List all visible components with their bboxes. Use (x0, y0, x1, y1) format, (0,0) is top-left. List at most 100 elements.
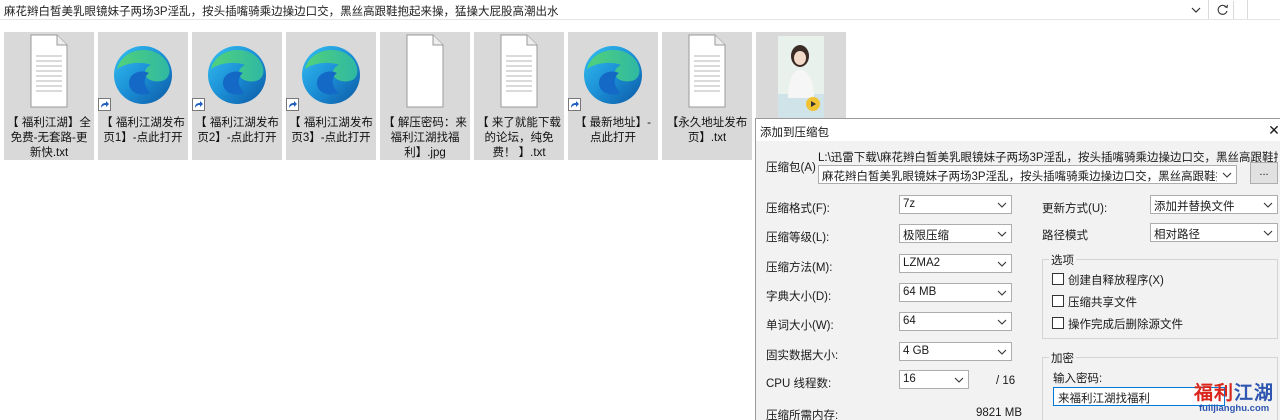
word-value: 64 (903, 315, 916, 327)
archive-path-text: L:\迅雷下载\麻花辫白皙美乳眼镜妹子两场3P淫乱，按头插嘴骑乘边操边口交，黑丝… (818, 152, 1278, 164)
method-select[interactable]: LZMA2 (899, 254, 1012, 273)
chevron-down-icon (954, 377, 964, 383)
address-field[interactable]: 麻花辫白皙美乳眼镜妹子两场3P淫乱，按头插嘴骑乘边操边口交，黑丝高跟鞋抱起来操，… (0, 0, 1209, 19)
word-select[interactable]: 64 (899, 312, 1012, 331)
delete-checkbox[interactable] (1052, 317, 1064, 329)
chevron-down-icon (1263, 202, 1273, 208)
file-item-forum-txt[interactable]: 【 来了就能下载的论坛，纯免费！ 】.txt (474, 32, 564, 160)
dialog-titlebar: 添加到压缩包 ✕ (756, 119, 1280, 141)
chevron-down-icon (997, 202, 1007, 208)
archive-name-value: 麻花辫白皙美乳眼镜妹子两场3P淫乱，按头插嘴骑乘边操边口交，黑丝高跟鞋抱起来操， (822, 171, 1217, 183)
password-value: 来福利江湖找福利 (1058, 393, 1150, 405)
file-name: 【 最新地址】-点此打开 (574, 117, 652, 144)
file-item-edge-link-3[interactable]: 【 福利江湖发布页3】-点此打开 (286, 32, 376, 160)
file-name: 【 福利江湖】全免费-无套路-更新快.txt (7, 117, 91, 159)
archive-label: 压缩包(A) (766, 162, 816, 174)
text-document-icon (30, 34, 68, 108)
encryption-title: 加密 (1049, 350, 1076, 366)
file-name: 【永久地址发布页】.txt (666, 117, 748, 144)
edge-browser-icon (584, 46, 642, 104)
file-item-free-txt[interactable]: 【 福利江湖】全免费-无套路-更新快.txt (4, 32, 94, 160)
shared-checkbox[interactable] (1052, 295, 1064, 307)
format-value: 7z (903, 198, 916, 210)
format-select[interactable]: 7z (899, 195, 1012, 214)
chevron-down-icon (997, 349, 1007, 355)
options-title: 选项 (1049, 252, 1076, 268)
chevron-down-icon (997, 319, 1007, 325)
dialog-title: 添加到压缩包 (760, 127, 829, 139)
shortcut-arrow-icon (192, 98, 205, 111)
watermark-title: 福利江湖 (1194, 383, 1275, 404)
file-item-edge-latest[interactable]: 【 最新地址】-点此打开 (568, 32, 658, 160)
solid-label: 固实数据大小: (766, 350, 839, 362)
chevron-down-icon (997, 231, 1007, 237)
video-thumbnail-icon (778, 36, 824, 120)
pathmode-value: 相对路径 (1154, 229, 1200, 241)
file-name: 【 福利江湖发布页3】-点此打开 (289, 117, 373, 144)
sfx-checkbox[interactable] (1052, 273, 1064, 285)
method-label: 压缩方法(M): (766, 262, 833, 274)
solid-value: 4 GB (903, 345, 930, 357)
site-watermark-logo: 福利江湖 fulijianghu.com (1192, 378, 1278, 418)
password-label: 输入密码: (1053, 373, 1103, 385)
dict-label: 字典大小(D): (766, 291, 832, 303)
file-grid: 【 福利江湖】全免费-无套路-更新快.txt 【 福利江湖发布页1】-点此打开 … (0, 30, 860, 170)
format-label: 压缩格式(F): (766, 203, 830, 215)
file-name: 【 福利江湖发布页1】-点此打开 (101, 117, 185, 144)
solid-select[interactable]: 4 GB (899, 342, 1012, 361)
update-label: 更新方式(U): (1042, 203, 1108, 215)
edge-browser-icon (208, 46, 266, 104)
file-item-edge-link-2[interactable]: 【 福利江湖发布页2】-点此打开 (192, 32, 282, 160)
level-select[interactable]: 极限压缩 (899, 224, 1012, 243)
edge-browser-icon (114, 46, 172, 104)
threads-total: / 16 (996, 375, 1016, 387)
file-item-edge-link-1[interactable]: 【 福利江湖发布页1】-点此打开 (98, 32, 188, 160)
delete-label: 操作完成后删除源文件 (1068, 319, 1183, 331)
shortcut-arrow-icon (98, 98, 111, 111)
level-value: 极限压缩 (903, 230, 949, 242)
threads-value: 16 (903, 373, 916, 385)
archive-name-combo[interactable]: 麻花辫白皙美乳眼镜妹子两场3P淫乱，按头插嘴骑乘边操边口交，黑丝高跟鞋抱起来操， (818, 165, 1237, 184)
file-name: 【 福利江湖发布页2】-点此打开 (195, 117, 279, 144)
chevron-down-icon[interactable] (1188, 2, 1204, 18)
file-name: 【 解压密码：来福利江湖找福利】.jpg (383, 117, 467, 159)
refresh-icon (1217, 4, 1229, 15)
chevron-down-icon (1222, 172, 1232, 178)
address-bar: 麻花辫白皙美乳眼镜妹子两场3P淫乱，按头插嘴骑乘边操边口交，黑丝高跟鞋抱起来操，… (0, 0, 1280, 20)
browse-button[interactable]: ... (1250, 162, 1278, 184)
dict-select[interactable]: 64 MB (899, 283, 1012, 302)
file-name: 【 来了就能下载的论坛，纯免费！ 】.txt (477, 117, 561, 159)
refresh-button[interactable] (1212, 1, 1234, 19)
text-document-icon (688, 34, 726, 108)
shortcut-arrow-icon (568, 98, 581, 111)
pathmode-label: 路径模式 (1042, 230, 1088, 242)
edge-browser-icon (302, 46, 360, 104)
blank-document-icon (406, 34, 444, 108)
add-to-archive-dialog: 添加到压缩包 ✕ 压缩包(A) L:\迅雷下载\麻花辫白皙美乳眼镜妹子两场3P淫… (755, 118, 1280, 420)
level-label: 压缩等级(L): (766, 232, 830, 244)
memory-value: 9821 MB (976, 407, 1023, 419)
dict-value: 64 MB (903, 286, 937, 298)
update-value: 添加并替换文件 (1154, 201, 1235, 213)
threads-select[interactable]: 16 (899, 370, 969, 389)
threads-label: CPU 线程数: (766, 378, 832, 390)
file-item-password-jpg[interactable]: 【 解压密码：来福利江湖找福利】.jpg (380, 32, 470, 160)
address-path: 麻花辫白皙美乳眼镜妹子两场3P淫乱，按头插嘴骑乘边操边口交，黑丝高跟鞋抱起来操，… (4, 6, 559, 18)
text-document-icon (500, 34, 538, 108)
file-item-permanent-txt[interactable]: 【永久地址发布页】.txt (662, 32, 752, 160)
pathmode-select[interactable]: 相对路径 (1150, 223, 1278, 242)
update-select[interactable]: 添加并替换文件 (1150, 195, 1278, 214)
watermark-url: fulijianghu.com (1199, 403, 1270, 414)
memory-label: 压缩所需内存: (766, 410, 839, 420)
shortcut-arrow-icon (286, 98, 299, 111)
chevron-down-icon (997, 290, 1007, 296)
chevron-down-icon (997, 261, 1007, 267)
options-group: 选项 创建自释放程序(X) 压缩共享文件 操作完成后删除源文件 (1042, 252, 1278, 339)
method-value: LZMA2 (903, 257, 941, 269)
close-icon[interactable]: ✕ (1267, 122, 1280, 138)
word-label: 单词大小(W): (766, 320, 834, 332)
sfx-label: 创建自释放程序(X) (1068, 275, 1164, 287)
search-box[interactable] (1247, 0, 1280, 19)
chevron-down-icon (1263, 230, 1273, 236)
shared-label: 压缩共享文件 (1068, 297, 1137, 309)
